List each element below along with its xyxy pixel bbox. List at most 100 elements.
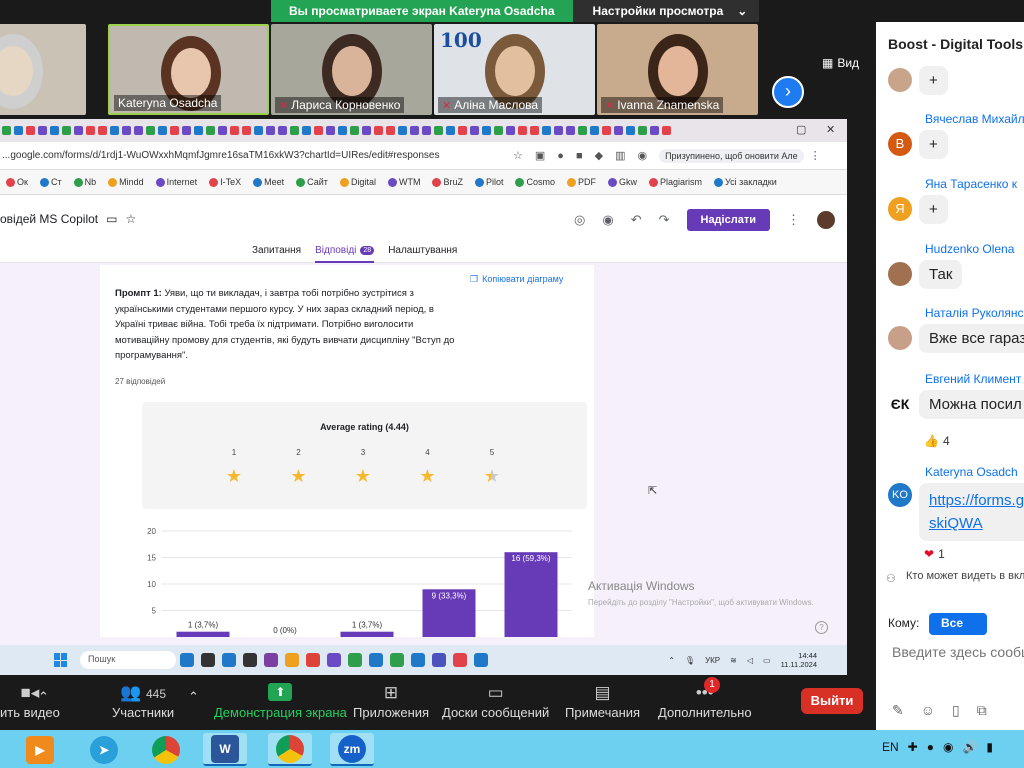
- taskbar-app-icon[interactable]: [473, 653, 488, 667]
- browser-tab[interactable]: [445, 126, 455, 135]
- maximize-icon[interactable]: ▢: [796, 123, 806, 136]
- send-button[interactable]: Надіслати: [686, 209, 770, 231]
- video-tile[interactable]: Kateryna Osadcha: [108, 24, 269, 115]
- windows-start-icon[interactable]: [54, 653, 68, 667]
- browser-tab[interactable]: [349, 126, 359, 135]
- undo-icon[interactable]: ↶: [631, 212, 642, 228]
- bookmark-item[interactable]: Ст: [39, 177, 62, 187]
- browser-tab[interactable]: [97, 126, 107, 135]
- browser-tab[interactable]: [637, 126, 647, 135]
- taskbar-app-icon[interactable]: [242, 653, 257, 667]
- browser-tab[interactable]: [241, 126, 251, 135]
- browser-tab[interactable]: [277, 126, 287, 135]
- taskbar-app-icon[interactable]: [200, 653, 215, 667]
- chevron-up-icon[interactable]: ⌃: [668, 656, 675, 665]
- share-screen-button[interactable]: ⬆ Демонстрация экрана: [214, 683, 347, 720]
- screenshot-icon[interactable]: ⧉: [977, 702, 987, 719]
- browser-tab[interactable]: [337, 126, 347, 135]
- chat-input[interactable]: [892, 644, 1024, 660]
- browser-tab[interactable]: [577, 126, 587, 135]
- whiteboards-button[interactable]: ▭ Доски сообщений: [442, 683, 549, 720]
- preview-icon[interactable]: ◉: [602, 212, 613, 228]
- browser-tab[interactable]: [181, 126, 191, 135]
- mic-icon[interactable]: 🎙: [685, 656, 695, 665]
- browser-tab[interactable]: [565, 126, 575, 135]
- browser-tab[interactable]: [157, 126, 167, 135]
- browser-tab[interactable]: [85, 126, 95, 135]
- extension-icon[interactable]: ◆: [595, 149, 603, 162]
- taskbar-app-icon[interactable]: [305, 653, 320, 667]
- browser-tab[interactable]: [133, 126, 143, 135]
- browser-tab[interactable]: [193, 126, 203, 135]
- browser-tab[interactable]: [493, 126, 503, 135]
- bookmark-item[interactable]: Internet: [155, 177, 197, 187]
- browser-tab[interactable]: [25, 126, 35, 135]
- chat-message[interactable]: Можна посил: [919, 390, 1024, 419]
- bookmark-item[interactable]: Digital: [339, 177, 376, 187]
- lang-indicator[interactable]: EN: [882, 740, 899, 754]
- chat-message[interactable]: +: [919, 195, 948, 224]
- browser-tab[interactable]: [613, 126, 623, 135]
- reaction-thumbs[interactable]: 👍 4: [924, 434, 950, 448]
- browser-tab[interactable]: [397, 126, 407, 135]
- palette-icon[interactable]: ◎: [574, 212, 585, 228]
- browser-tab[interactable]: [553, 126, 563, 135]
- side-panel-icon[interactable]: ▥: [615, 149, 625, 162]
- chat-message[interactable]: Вже все гараз: [919, 324, 1024, 353]
- volume-icon[interactable]: 🔊: [962, 740, 977, 754]
- bookmark-item[interactable]: Ок: [6, 177, 28, 187]
- chat-message[interactable]: Так: [919, 260, 963, 289]
- notes-button[interactable]: ▤ Примечания: [565, 683, 640, 720]
- file-icon[interactable]: ▯: [952, 702, 960, 719]
- browser-tab[interactable]: [1, 126, 11, 135]
- volume-icon[interactable]: ◁: [747, 656, 753, 665]
- browser-tab[interactable]: [505, 126, 515, 135]
- bookmark-item[interactable]: I-TeX: [209, 177, 241, 187]
- zoom-tray-icon[interactable]: ◉: [943, 740, 953, 754]
- taskbar-app-icon[interactable]: [284, 653, 299, 667]
- browser-tab[interactable]: [409, 126, 419, 135]
- browser-tab[interactable]: [469, 126, 479, 135]
- browser-tab[interactable]: [205, 126, 215, 135]
- more-icon[interactable]: ⋮: [787, 212, 800, 228]
- star-icon[interactable]: ☆: [513, 149, 523, 162]
- bookmark-item[interactable]: Cosmo: [515, 177, 555, 187]
- bookmark-item[interactable]: PDF: [567, 177, 596, 187]
- taskbar-app-word[interactable]: W: [203, 733, 247, 766]
- recipient-select[interactable]: Все ⌄: [929, 613, 987, 644]
- browser-tab[interactable]: [61, 126, 71, 135]
- bookmark-item[interactable]: Meet: [253, 177, 284, 187]
- redo-icon[interactable]: ↷: [659, 212, 670, 228]
- extension-icon[interactable]: ■: [576, 150, 583, 162]
- menu-icon[interactable]: ⋮: [810, 149, 821, 162]
- taskbar-app-icon[interactable]: [221, 653, 236, 667]
- browser-tab[interactable]: [421, 126, 431, 135]
- update-hint[interactable]: Призупинено, щоб оновити Але: [659, 148, 804, 163]
- taskbar-app-icon[interactable]: [431, 653, 446, 667]
- taskbar-app-icon[interactable]: [452, 653, 467, 667]
- chat-message[interactable]: +: [919, 130, 948, 159]
- bookmark-item[interactable]: Gkw: [608, 177, 637, 187]
- browser-tab[interactable]: [601, 126, 611, 135]
- browser-tab[interactable]: [661, 126, 671, 135]
- bookmark-item[interactable]: Plagiarism: [649, 177, 702, 187]
- browser-tab[interactable]: [49, 126, 59, 135]
- browser-tab[interactable]: [433, 126, 443, 135]
- video-options-chevron[interactable]: ⌃: [38, 689, 49, 705]
- taskbar-app-chrome-profile[interactable]: [268, 733, 312, 766]
- chat-link[interactable]: https://forms.g skiQWA: [919, 483, 1024, 541]
- video-tile[interactable]: ✕ Ivanna Znamenska: [597, 24, 758, 115]
- star-icon[interactable]: ☆: [125, 212, 136, 226]
- leave-button[interactable]: Выйти: [801, 688, 863, 714]
- tray-icon[interactable]: ✚: [908, 740, 918, 754]
- bookmark-item[interactable]: Сайт: [296, 177, 328, 187]
- browser-tab[interactable]: [217, 126, 227, 135]
- next-page-button[interactable]: ›: [772, 76, 804, 108]
- browser-tab[interactable]: [121, 126, 131, 135]
- profile-icon[interactable]: ◉: [637, 149, 647, 162]
- browser-tab[interactable]: [481, 126, 491, 135]
- extension-icon[interactable]: ▣: [535, 149, 545, 162]
- browser-tab[interactable]: [325, 126, 335, 135]
- view-options-button[interactable]: Настройки просмотра ⌄: [572, 0, 760, 22]
- browser-tab[interactable]: [109, 126, 119, 135]
